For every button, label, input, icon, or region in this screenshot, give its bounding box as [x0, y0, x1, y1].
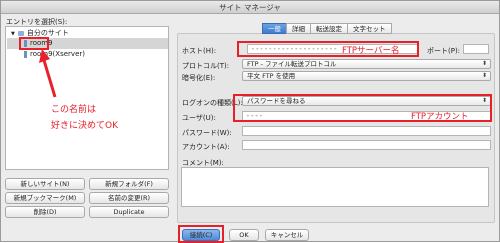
port-label: ポート(P):: [427, 47, 461, 55]
new-site-button[interactable]: 新しいサイト(N): [5, 178, 85, 190]
user-label: ユーザ(U):: [182, 114, 216, 122]
account-label: アカウント(A):: [182, 143, 230, 151]
host-label: ホスト(H):: [182, 47, 217, 55]
name-note-line2: 好きに決めてOK: [51, 121, 118, 131]
encryption-select-value: 平文 FTP を使用: [247, 72, 296, 80]
settings-tabs: 一般 詳細 転送設定 文字セット: [262, 23, 392, 34]
name-note-line1: この名前は: [51, 105, 97, 115]
updown-arrows-icon: ⬍: [481, 72, 487, 79]
tab-charset[interactable]: 文字セット: [347, 23, 392, 34]
password-label: パスワード(W):: [182, 129, 232, 137]
window-title: サイト マネージャ: [1, 1, 499, 14]
protocol-label: プロトコル(T):: [182, 62, 230, 70]
tab-transfer-settings[interactable]: 転送設定: [310, 23, 348, 34]
port-input[interactable]: [463, 44, 489, 54]
connect-highlight-box: [178, 225, 224, 243]
updown-arrows-icon: ⬍: [481, 60, 487, 67]
protocol-select-value: FTP - ファイル転送プロトコル: [247, 60, 337, 68]
ok-button[interactable]: OK: [229, 229, 259, 241]
cancel-button[interactable]: キャンセル: [265, 229, 309, 241]
tab-advanced[interactable]: 詳細: [286, 23, 311, 34]
comment-textarea[interactable]: [181, 167, 489, 207]
password-input[interactable]: [242, 126, 491, 136]
duplicate-button[interactable]: Duplicate: [89, 206, 169, 218]
new-folder-button[interactable]: 新規フォルダ(F): [89, 178, 169, 190]
protocol-select[interactable]: FTP - ファイル転送プロトコル ⬍: [242, 59, 491, 69]
account-note: FTPアカウント: [411, 112, 469, 122]
encryption-label: 暗号化(E):: [182, 74, 216, 82]
site-icon: [24, 50, 27, 58]
tree-item-label: 自分のサイト: [26, 29, 69, 37]
disclosure-triangle-icon[interactable]: ▼: [11, 31, 15, 37]
encryption-select[interactable]: 平文 FTP を使用 ⬍: [242, 71, 491, 81]
account-input[interactable]: [242, 140, 491, 150]
folder-icon: [17, 30, 24, 36]
annotation-arrow: [39, 49, 57, 98]
rename-button[interactable]: 名前の変更(R): [89, 192, 169, 204]
delete-button[interactable]: 削除(D): [5, 206, 85, 218]
site-manager-window: サイト マネージャ エントリを選択(S): ▼ 自分のサイト room9 room…: [0, 0, 500, 243]
new-bookmark-button[interactable]: 新規ブックマーク(M): [5, 192, 85, 204]
host-note: FTPサーバー名: [342, 46, 400, 56]
tab-general[interactable]: 一般: [262, 23, 287, 34]
